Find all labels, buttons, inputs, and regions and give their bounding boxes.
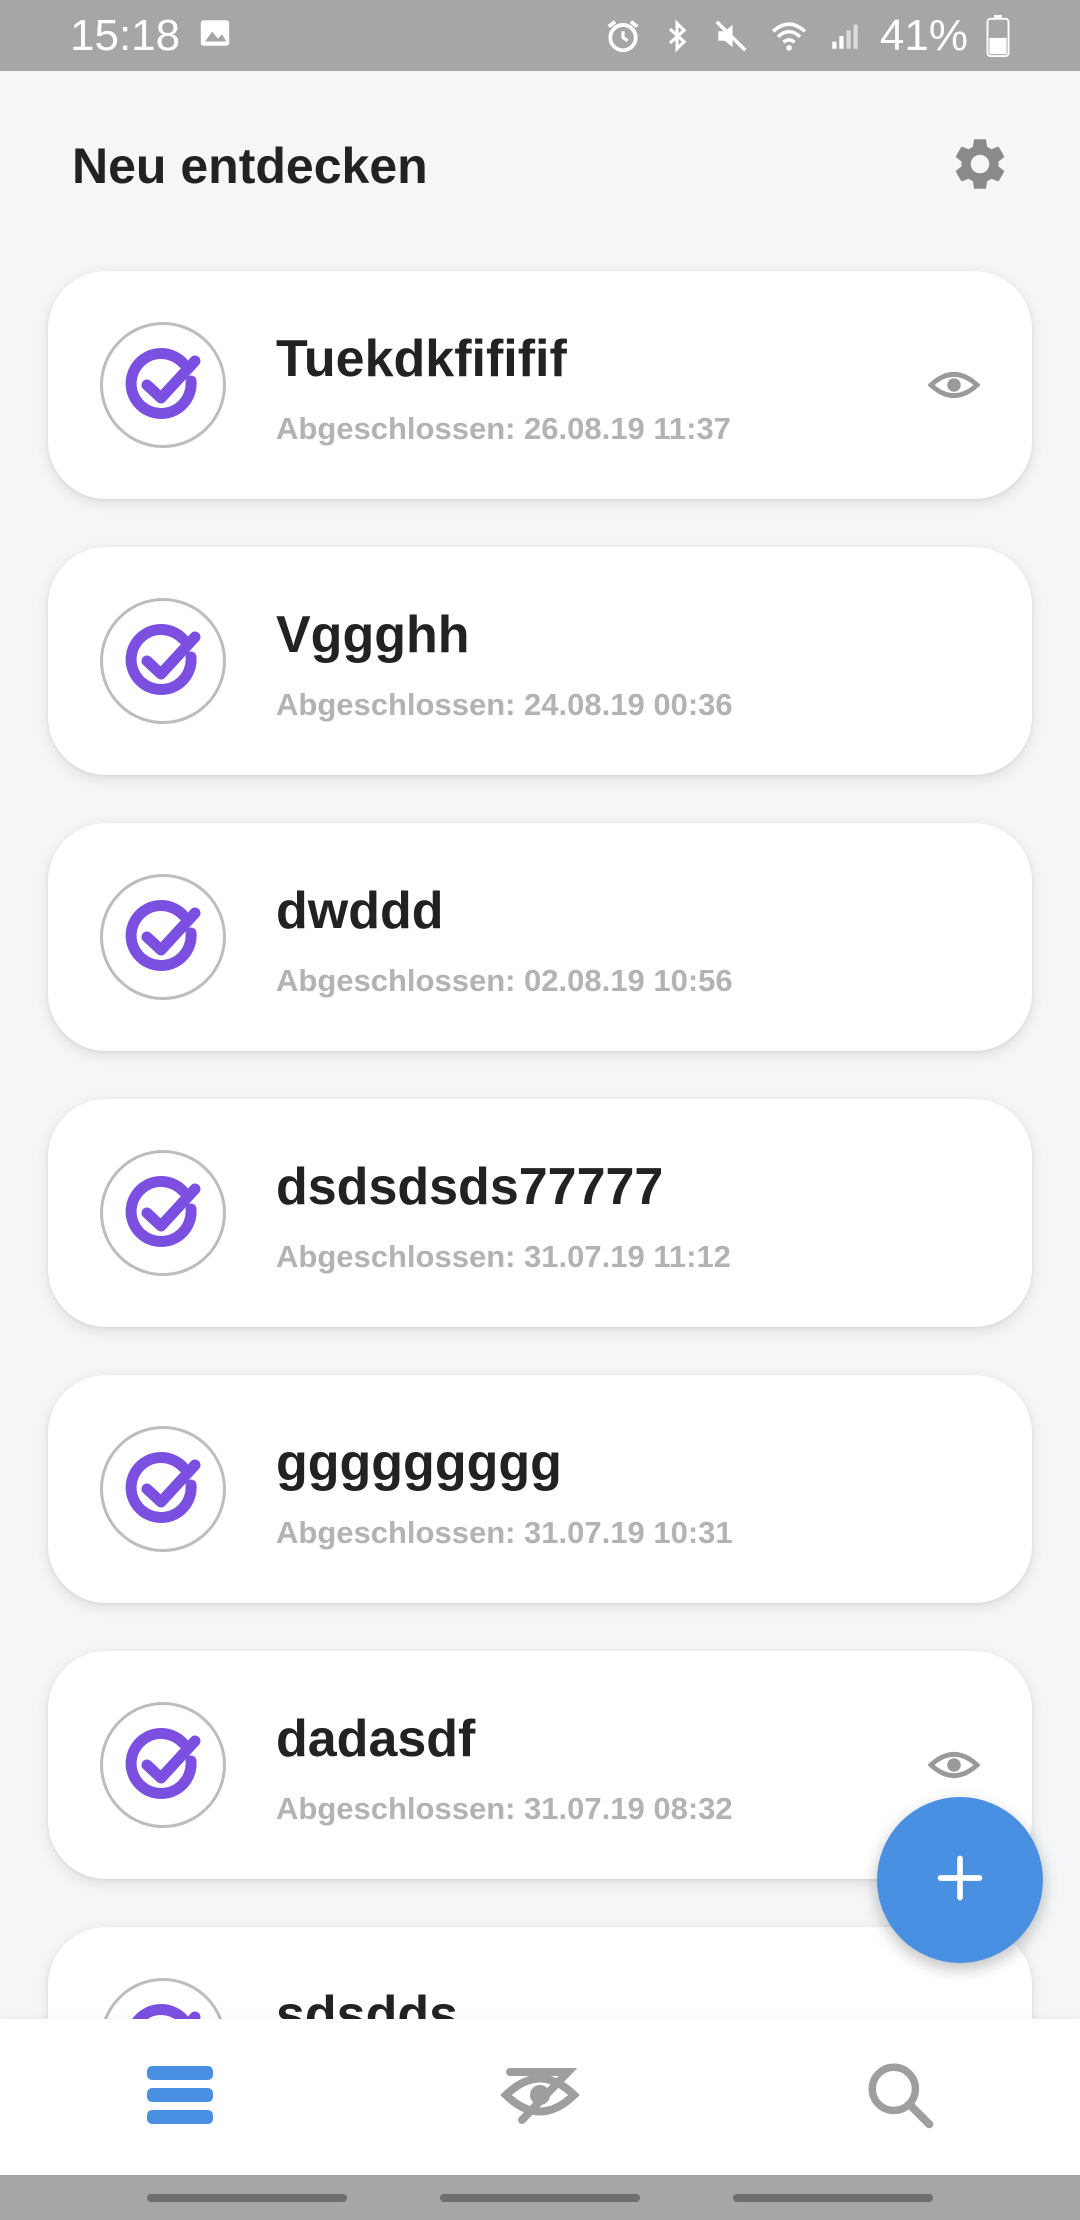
nav-item-hidden[interactable] (480, 2047, 600, 2147)
eye-icon[interactable] (928, 359, 980, 411)
list-item[interactable]: dwddd Abgeschlossen: 02.08.19 10:56 (48, 823, 1032, 1051)
header: Neu entdecken (0, 71, 1080, 261)
check-circle-icon (100, 322, 226, 448)
item-list: Tuekdkfififif Abgeschlossen: 26.08.19 11:… (0, 261, 1080, 2019)
status-right: 41% (604, 11, 1010, 61)
list-item-subtitle: Abgeschlossen: 24.08.19 00:36 (276, 687, 733, 722)
battery-percent: 41% (879, 10, 968, 60)
check-circle-icon (100, 1978, 226, 2019)
plus-icon (934, 1852, 986, 1909)
search-icon (863, 2058, 937, 2137)
signal-icon (828, 17, 862, 55)
list-item-subtitle: Abgeschlossen: 26.08.19 11:37 (276, 411, 731, 446)
mute-icon (712, 17, 750, 55)
eye-off-icon (500, 2064, 580, 2131)
system-navigation-bar (0, 2175, 1080, 2220)
check-circle-icon (100, 1426, 226, 1552)
page-title: Neu entdecken (72, 138, 428, 194)
battery-icon (986, 14, 1010, 57)
alarm-icon (604, 17, 642, 55)
list-item[interactable]: ggggggggg Abgeschlossen: 31.07.19 10:31 (48, 1375, 1032, 1603)
check-circle-icon (100, 1150, 226, 1276)
gear-icon (949, 133, 1011, 200)
list-icon (145, 2064, 215, 2131)
status-bar: 15:18 41% (0, 0, 1080, 71)
system-back-button[interactable] (733, 2193, 934, 2202)
list-item-subtitle: Abgeschlossen: 31.07.19 08:32 (276, 1791, 733, 1826)
check-circle-icon (100, 874, 226, 1000)
check-circle-icon (100, 1702, 226, 1828)
nav-item-list[interactable] (120, 2047, 240, 2147)
list-item[interactable]: Vggghh Abgeschlossen: 24.08.19 00:36 (48, 547, 1032, 775)
eye-icon[interactable] (928, 1739, 980, 1791)
add-button[interactable] (877, 1797, 1043, 1963)
list-item-title: ggggggggg (276, 1434, 562, 1492)
list-item-title: Vggghh (276, 606, 470, 664)
list-item-title: dsdsdsds77777 (276, 1158, 664, 1216)
list-item-subtitle: Abgeschlossen: 31.07.19 11:12 (276, 1239, 731, 1274)
status-time: 15:18 (70, 10, 181, 60)
wifi-icon (768, 17, 810, 55)
list-item-title: sdsdds (276, 1986, 459, 2019)
system-home-button[interactable] (439, 2193, 640, 2202)
bluetooth-icon (660, 17, 694, 55)
list-item-title: Tuekdkfififif (276, 330, 567, 388)
bottom-nav (0, 2019, 1080, 2175)
list-item[interactable]: dsdsdsds77777 Abgeschlossen: 31.07.19 11:… (48, 1099, 1032, 1327)
list-item-subtitle: Abgeschlossen: 02.08.19 10:56 (276, 963, 733, 998)
system-recents-button[interactable] (146, 2193, 347, 2202)
list-item-title: dadasdf (276, 1710, 476, 1768)
settings-button[interactable] (944, 130, 1016, 202)
list-item-subtitle: Abgeschlossen: 31.07.19 10:31 (276, 1515, 733, 1550)
list-item[interactable]: Tuekdkfififif Abgeschlossen: 26.08.19 11:… (48, 271, 1032, 499)
check-circle-icon (100, 598, 226, 724)
status-left: 15:18 (70, 11, 232, 61)
list-item[interactable]: sdsdds (48, 1927, 1032, 2019)
list-item-title: dwddd (276, 882, 444, 940)
nav-item-search[interactable] (840, 2047, 960, 2147)
photo-notification-icon (198, 11, 232, 61)
